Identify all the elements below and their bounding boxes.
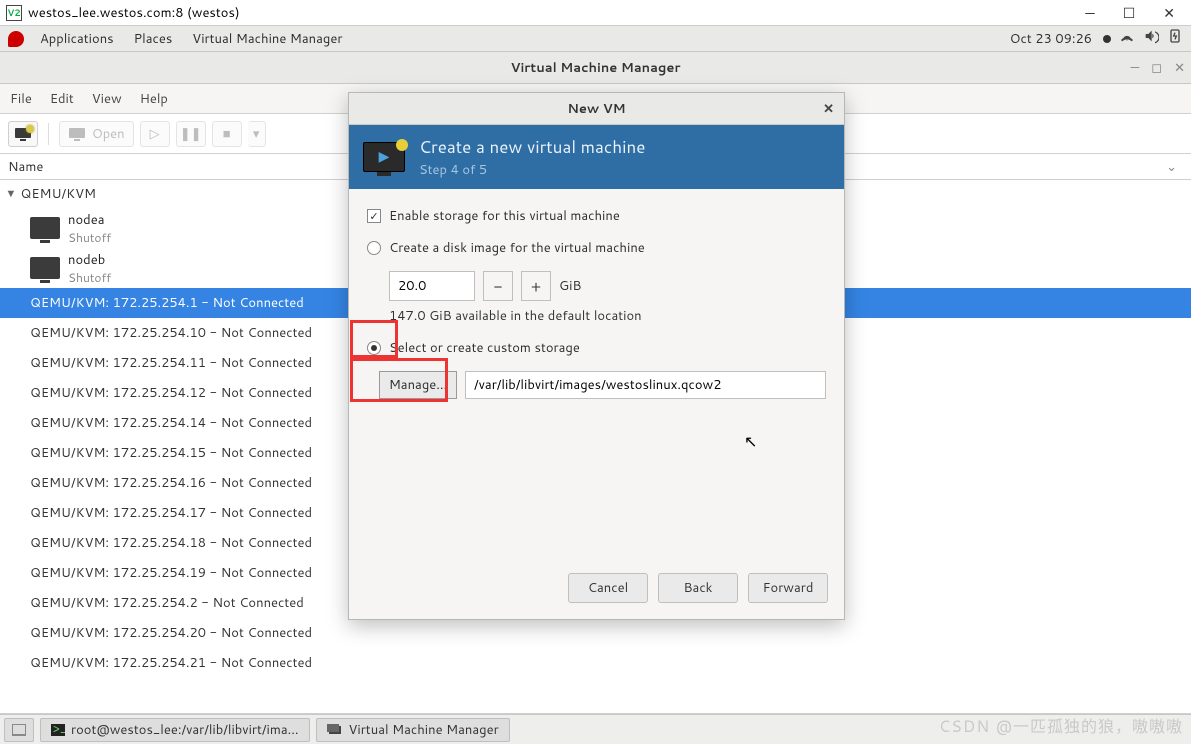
menu-file[interactable]: File [10, 90, 32, 108]
storage-path-input[interactable] [465, 371, 826, 399]
manage-label: Manage... [389, 376, 447, 394]
toolbar-separator [48, 123, 49, 145]
dialog-heading: Create a new virtual machine [419, 135, 645, 159]
vnc-icon: V2 [6, 5, 22, 21]
vmm-close-icon[interactable]: ✕ [1174, 59, 1185, 77]
vnc-window-controls: — ☐ ✕ [1085, 3, 1185, 23]
column-name: Name [8, 158, 43, 176]
menu-edit[interactable]: Edit [50, 90, 74, 108]
custom-storage-radio[interactable] [367, 341, 381, 355]
dialog-step: Step 4 of 5 [419, 161, 645, 179]
manage-storage-button[interactable]: Manage... [379, 371, 457, 399]
pause-vm-button: ❚❚ [176, 121, 206, 147]
vmm-window-title: Virtual Machine Manager [511, 59, 681, 77]
applications-menu[interactable]: Applications [30, 30, 124, 48]
taskbar-vmm-label: Virtual Machine Manager [349, 721, 499, 739]
dialog-footer: Cancel Back Forward [349, 557, 844, 619]
mouse-cursor-icon: ↖ [744, 430, 757, 453]
connection-row[interactable]: QEMU/KVM: 172.25.254.21 - Not Connected [0, 648, 1191, 678]
create-disk-label: Create a disk image for the virtual mach… [389, 239, 645, 257]
vmm-minimize-icon[interactable]: — [1131, 59, 1140, 77]
disk-size-input[interactable] [389, 271, 475, 301]
new-vm-button[interactable] [8, 121, 38, 147]
size-unit-label: GiB [559, 277, 581, 295]
vm-name: nodeb [68, 251, 111, 269]
open-label: Open [92, 125, 125, 143]
battery-icon[interactable] [1167, 28, 1183, 49]
watermark-text: CSDN @一匹孤独的狼，嗷嗷嗷 [939, 713, 1183, 738]
vm-name: nodea [68, 211, 111, 229]
menu-help[interactable]: Help [140, 90, 168, 108]
vnc-titlebar: V2 westos_lee.westos.com:8 (westos) — ☐ … [0, 0, 1191, 26]
sort-indicator-icon: ⌄ [1166, 158, 1177, 176]
size-increase-button[interactable]: + [521, 271, 551, 301]
svg-text:>_: >_ [53, 724, 65, 736]
run-vm-button: ▷ [140, 121, 170, 147]
places-menu[interactable]: Places [124, 30, 183, 48]
dialog-title: New VM [567, 100, 625, 118]
shutdown-menu-button: ▾ [248, 121, 266, 147]
maximize-icon[interactable]: ☐ [1123, 3, 1136, 23]
vm-status: Shutoff [68, 269, 111, 286]
show-desktop-button[interactable] [4, 718, 34, 742]
system-tray: Oct 23 09:26 [1010, 28, 1183, 49]
vmm-window-titlebar: Virtual Machine Manager — ◻ ✕ [0, 52, 1191, 84]
dialog-header: Create a new virtual machine Step 4 of 5 [349, 125, 844, 189]
create-disk-radio[interactable] [367, 241, 381, 255]
size-decrease-button[interactable]: − [483, 271, 513, 301]
vmm-maximize-icon[interactable]: ◻ [1151, 59, 1162, 77]
dialog-close-icon[interactable]: ✕ [823, 100, 834, 118]
vnc-title: westos_lee.westos.com:8 (westos) [28, 4, 240, 22]
connection-row[interactable]: QEMU/KVM: 172.25.254.20 - Not Connected [0, 618, 1191, 648]
open-vm-button: Open [59, 121, 134, 147]
redhat-icon [8, 31, 24, 47]
taskbar-terminal-label: root@westos_lee:/var/lib/libvirt/ima... [71, 721, 299, 739]
taskbar-vmm[interactable]: Virtual Machine Manager [316, 718, 510, 742]
shutdown-vm-button: ■ [212, 121, 242, 147]
vm-status: Shutoff [68, 229, 111, 246]
menu-view[interactable]: View [92, 90, 122, 108]
minimize-icon[interactable]: — [1085, 3, 1094, 23]
vm-wizard-icon [363, 142, 405, 172]
hypervisor-label: QEMU/KVM [21, 185, 96, 203]
enable-storage-label: Enable storage for this virtual machine [389, 207, 620, 225]
vmm-app-menu[interactable]: Virtual Machine Manager [182, 30, 352, 48]
notification-dot-icon [1103, 35, 1111, 43]
network-icon[interactable] [1119, 28, 1135, 49]
close-icon[interactable]: ✕ [1163, 3, 1175, 23]
new-vm-dialog: New VM ✕ Create a new virtual machine St… [348, 92, 845, 620]
cancel-button[interactable]: Cancel [568, 573, 648, 603]
vm-monitor-icon [30, 217, 60, 239]
vm-monitor-icon [30, 257, 60, 279]
back-button[interactable]: Back [658, 573, 738, 603]
custom-storage-label: Select or create custom storage [389, 339, 580, 357]
clock[interactable]: Oct 23 09:26 [1010, 30, 1092, 48]
dialog-titlebar[interactable]: New VM ✕ [349, 93, 844, 125]
gnome-top-bar: Applications Places Virtual Machine Mana… [0, 26, 1191, 52]
taskbar-terminal[interactable]: >_ root@westos_lee:/var/lib/libvirt/ima.… [40, 718, 310, 742]
forward-button[interactable]: Forward [748, 573, 828, 603]
enable-storage-checkbox[interactable]: ✓ [367, 209, 381, 223]
volume-icon[interactable] [1143, 28, 1159, 49]
expand-arrow-icon[interactable]: ▸ [2, 191, 20, 198]
dialog-body: ✓ Enable storage for this virtual machin… [349, 189, 844, 417]
available-space-label: 147.0 GiB available in the default locat… [389, 307, 826, 325]
